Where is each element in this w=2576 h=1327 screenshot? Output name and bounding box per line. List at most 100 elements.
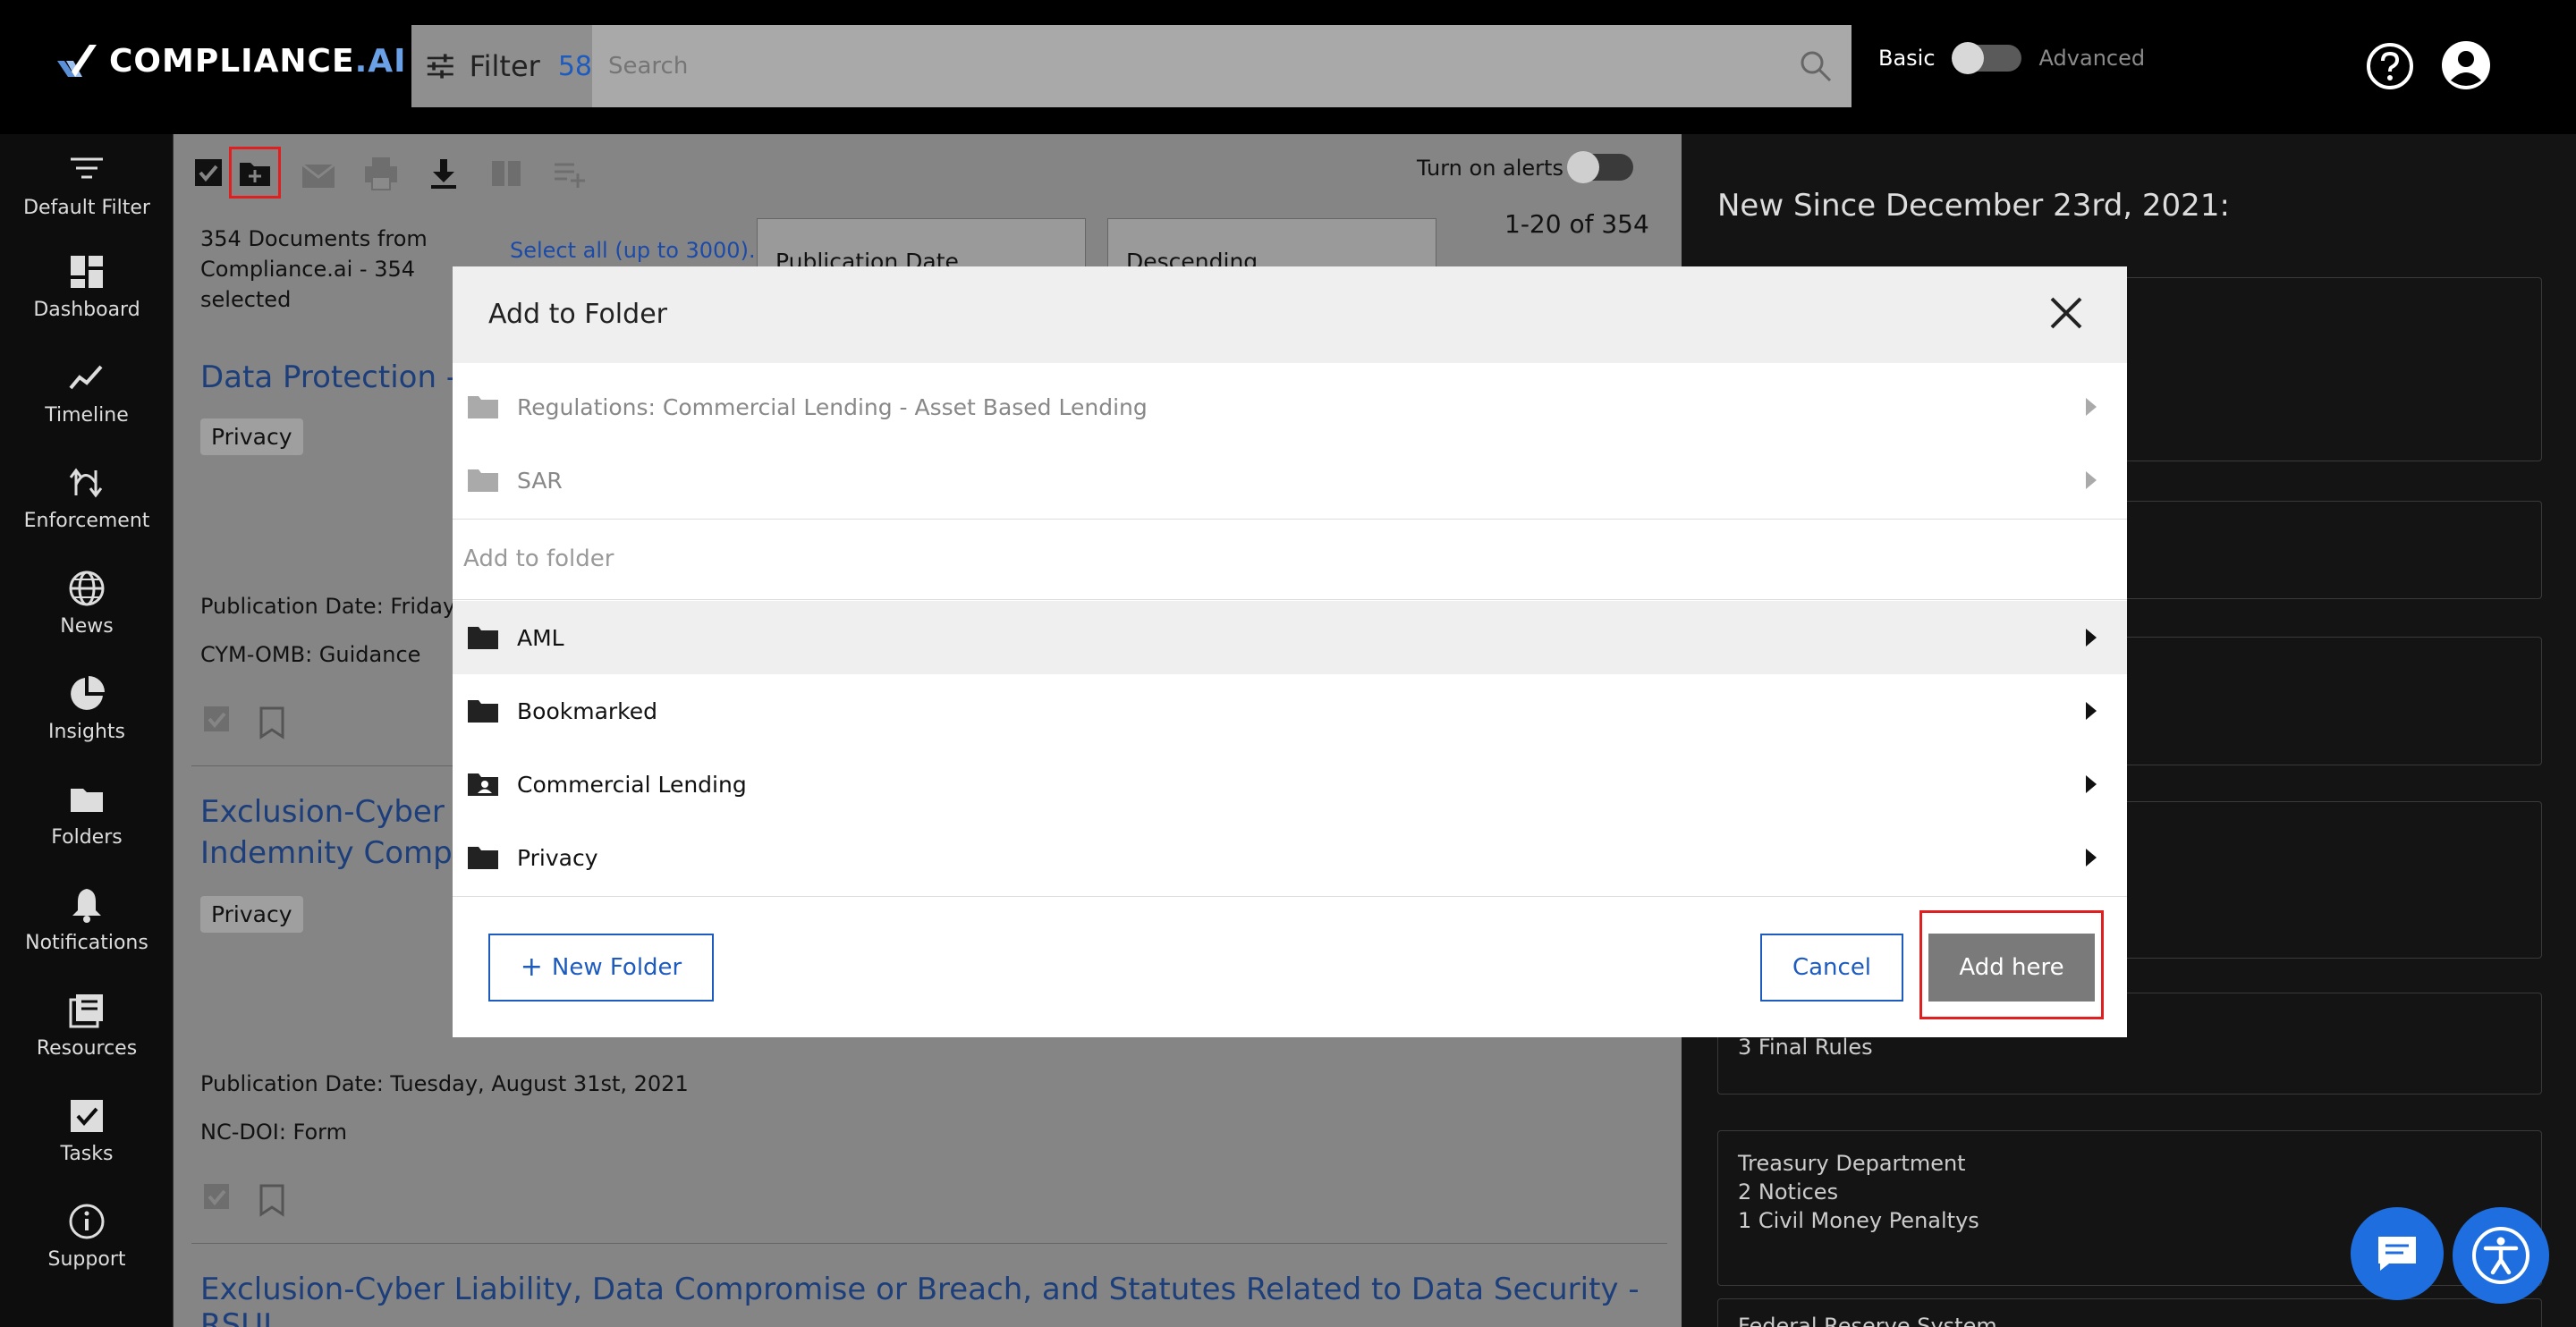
help-icon[interactable] <box>2365 41 2415 91</box>
document-title-link[interactable]: Data Protection - G <box>200 359 490 395</box>
top-bar: COMPLIANCE.AI Filter 58 Basic Advanced <box>0 0 2576 134</box>
divider <box>191 1243 1667 1244</box>
pagination-count: 1-20 of 354 <box>1504 209 1649 239</box>
nav-label: Tasks <box>60 1143 114 1165</box>
divider <box>453 519 2127 520</box>
select-all-checkbox-icon[interactable] <box>191 156 227 191</box>
folder-row-bookmarked[interactable]: Bookmarked <box>453 674 2127 748</box>
nav-label: Dashboard <box>33 299 140 321</box>
folder-name: Regulations: Commercial Lending - Asset … <box>517 393 1148 420</box>
filter-count-badge: 58 <box>557 50 592 82</box>
folder-icon <box>468 847 498 869</box>
select-all-link[interactable]: Select all (up to 3000). <box>510 238 756 263</box>
chevron-right-icon <box>2086 849 2097 866</box>
email-icon[interactable] <box>301 157 336 193</box>
cancel-button[interactable]: Cancel <box>1760 934 1903 1002</box>
document-checkbox-icon[interactable] <box>200 703 236 739</box>
timeline-icon <box>69 365 103 390</box>
nav-dashboard[interactable]: Dashboard <box>0 252 174 351</box>
chevron-right-icon <box>2086 471 2097 489</box>
chevron-right-icon <box>2086 775 2097 793</box>
document-count: 354 Documents from Compliance.ai - 354 s… <box>200 226 428 312</box>
sliders-icon <box>427 54 453 79</box>
mode-switch[interactable] <box>1951 42 2021 74</box>
parent-folder-row[interactable]: SAR <box>453 444 2127 517</box>
modal-header: Add to Folder <box>453 266 2127 363</box>
nav-enforcement[interactable]: Enforcement <box>0 463 174 562</box>
document-title-link[interactable]: Exclusion-Cyber Liability, Data Compromi… <box>200 1272 1682 1327</box>
nav-folders[interactable]: Folders <box>0 780 174 878</box>
new-folder-label: New Folder <box>551 954 682 981</box>
nav-label: Insights <box>47 721 125 743</box>
add-to-folder-modal: Add to Folder Regulations: Commercial Le… <box>453 266 2127 1037</box>
checkbox-icon <box>71 1100 103 1132</box>
folder-icon <box>468 627 498 649</box>
nav-label: Enforcement <box>23 510 150 532</box>
search-icon[interactable] <box>1789 25 1843 107</box>
accessibility-icon <box>2472 1227 2529 1284</box>
folder-row-aml[interactable]: AML <box>453 601 2127 674</box>
frs-title: Federal Reserve System <box>1738 1314 1997 1327</box>
download-icon[interactable] <box>426 156 462 191</box>
nav-timeline[interactable]: Timeline <box>0 358 174 456</box>
parent-folder-row[interactable]: Regulations: Commercial Lending - Asset … <box>453 370 2127 444</box>
compare-icon[interactable] <box>488 156 524 191</box>
nav-default-filter[interactable]: Default Filter <box>0 150 174 249</box>
document-tag: Privacy <box>200 896 303 933</box>
document-publication-date: Publication Date: Tuesday, August 31st, … <box>200 1071 689 1096</box>
compliance-ai-logo[interactable]: COMPLIANCE.AI <box>54 41 407 80</box>
folder-row-commercial-lending[interactable]: Commercial Lending <box>453 748 2127 821</box>
summary-card-frs[interactable]: Federal Reserve System <box>1717 1298 2542 1327</box>
chevron-right-icon <box>2086 398 2097 416</box>
logo-text: COMPLIANCE.AI <box>109 42 407 80</box>
bell-icon <box>72 889 101 923</box>
add-to-folder-highlight <box>229 147 281 199</box>
folder-name: Commercial Lending <box>517 771 747 798</box>
folder-icon <box>71 789 103 812</box>
document-tag: Privacy <box>200 418 303 455</box>
enforcement-icon <box>69 468 103 498</box>
nav-notifications[interactable]: Notifications <box>0 885 174 984</box>
document-publication-date: Publication Date: Friday, S <box>200 594 483 619</box>
nav-label: Resources <box>36 1037 138 1060</box>
add-here-highlight <box>1919 910 2104 1019</box>
add-list-icon[interactable] <box>551 156 587 191</box>
filter-button[interactable]: Filter 58 <box>411 25 592 107</box>
nav-tasks[interactable]: Tasks <box>0 1096 174 1195</box>
nav-label: Timeline <box>45 404 129 427</box>
nav-news[interactable]: News <box>0 569 174 667</box>
search-filter-bar: Filter 58 <box>411 25 1852 107</box>
treasury-notices: 2 Notices <box>1738 1179 1839 1204</box>
nav-resources[interactable]: Resources <box>0 991 174 1089</box>
divider <box>453 896 2127 897</box>
bookmark-icon[interactable] <box>254 1182 290 1218</box>
info-icon <box>69 1204 105 1239</box>
search-input[interactable] <box>592 25 1789 107</box>
folder-row-privacy[interactable]: Privacy <box>453 821 2127 894</box>
bookmark-icon[interactable] <box>254 705 290 740</box>
document-source: NC-DOI: Form <box>200 1120 347 1145</box>
nav-label: News <box>60 615 114 638</box>
close-icon[interactable] <box>2045 292 2088 334</box>
alerts-toggle[interactable] <box>1567 151 1633 183</box>
nav-insights[interactable]: Insights <box>0 674 174 773</box>
user-account-icon[interactable] <box>2440 39 2492 91</box>
new-folder-button[interactable]: + New Folder <box>488 934 714 1002</box>
nav-support[interactable]: Support <box>0 1202 174 1300</box>
chat-button[interactable] <box>2351 1207 2444 1300</box>
nav-label: Default Filter <box>23 197 150 219</box>
add-to-folder-section-label: Add to folder <box>463 545 614 572</box>
document-checkbox-icon[interactable] <box>200 1180 236 1216</box>
treasury-penalties: 1 Civil Money Penaltys <box>1738 1208 1979 1233</box>
folder-name: Privacy <box>517 844 598 871</box>
print-icon[interactable] <box>363 156 399 191</box>
divider <box>453 599 2127 600</box>
chevron-right-icon <box>2086 702 2097 720</box>
alerts-label: Turn on alerts <box>1417 156 1563 181</box>
nav-label: Folders <box>51 826 123 849</box>
folder-name: SAR <box>517 467 563 494</box>
document-title-link-cont[interactable]: Indemnity Compar <box>200 835 484 871</box>
mode-advanced-label: Advanced <box>2038 46 2146 71</box>
accessibility-button[interactable] <box>2453 1207 2549 1304</box>
logo-check-icon <box>57 45 97 77</box>
